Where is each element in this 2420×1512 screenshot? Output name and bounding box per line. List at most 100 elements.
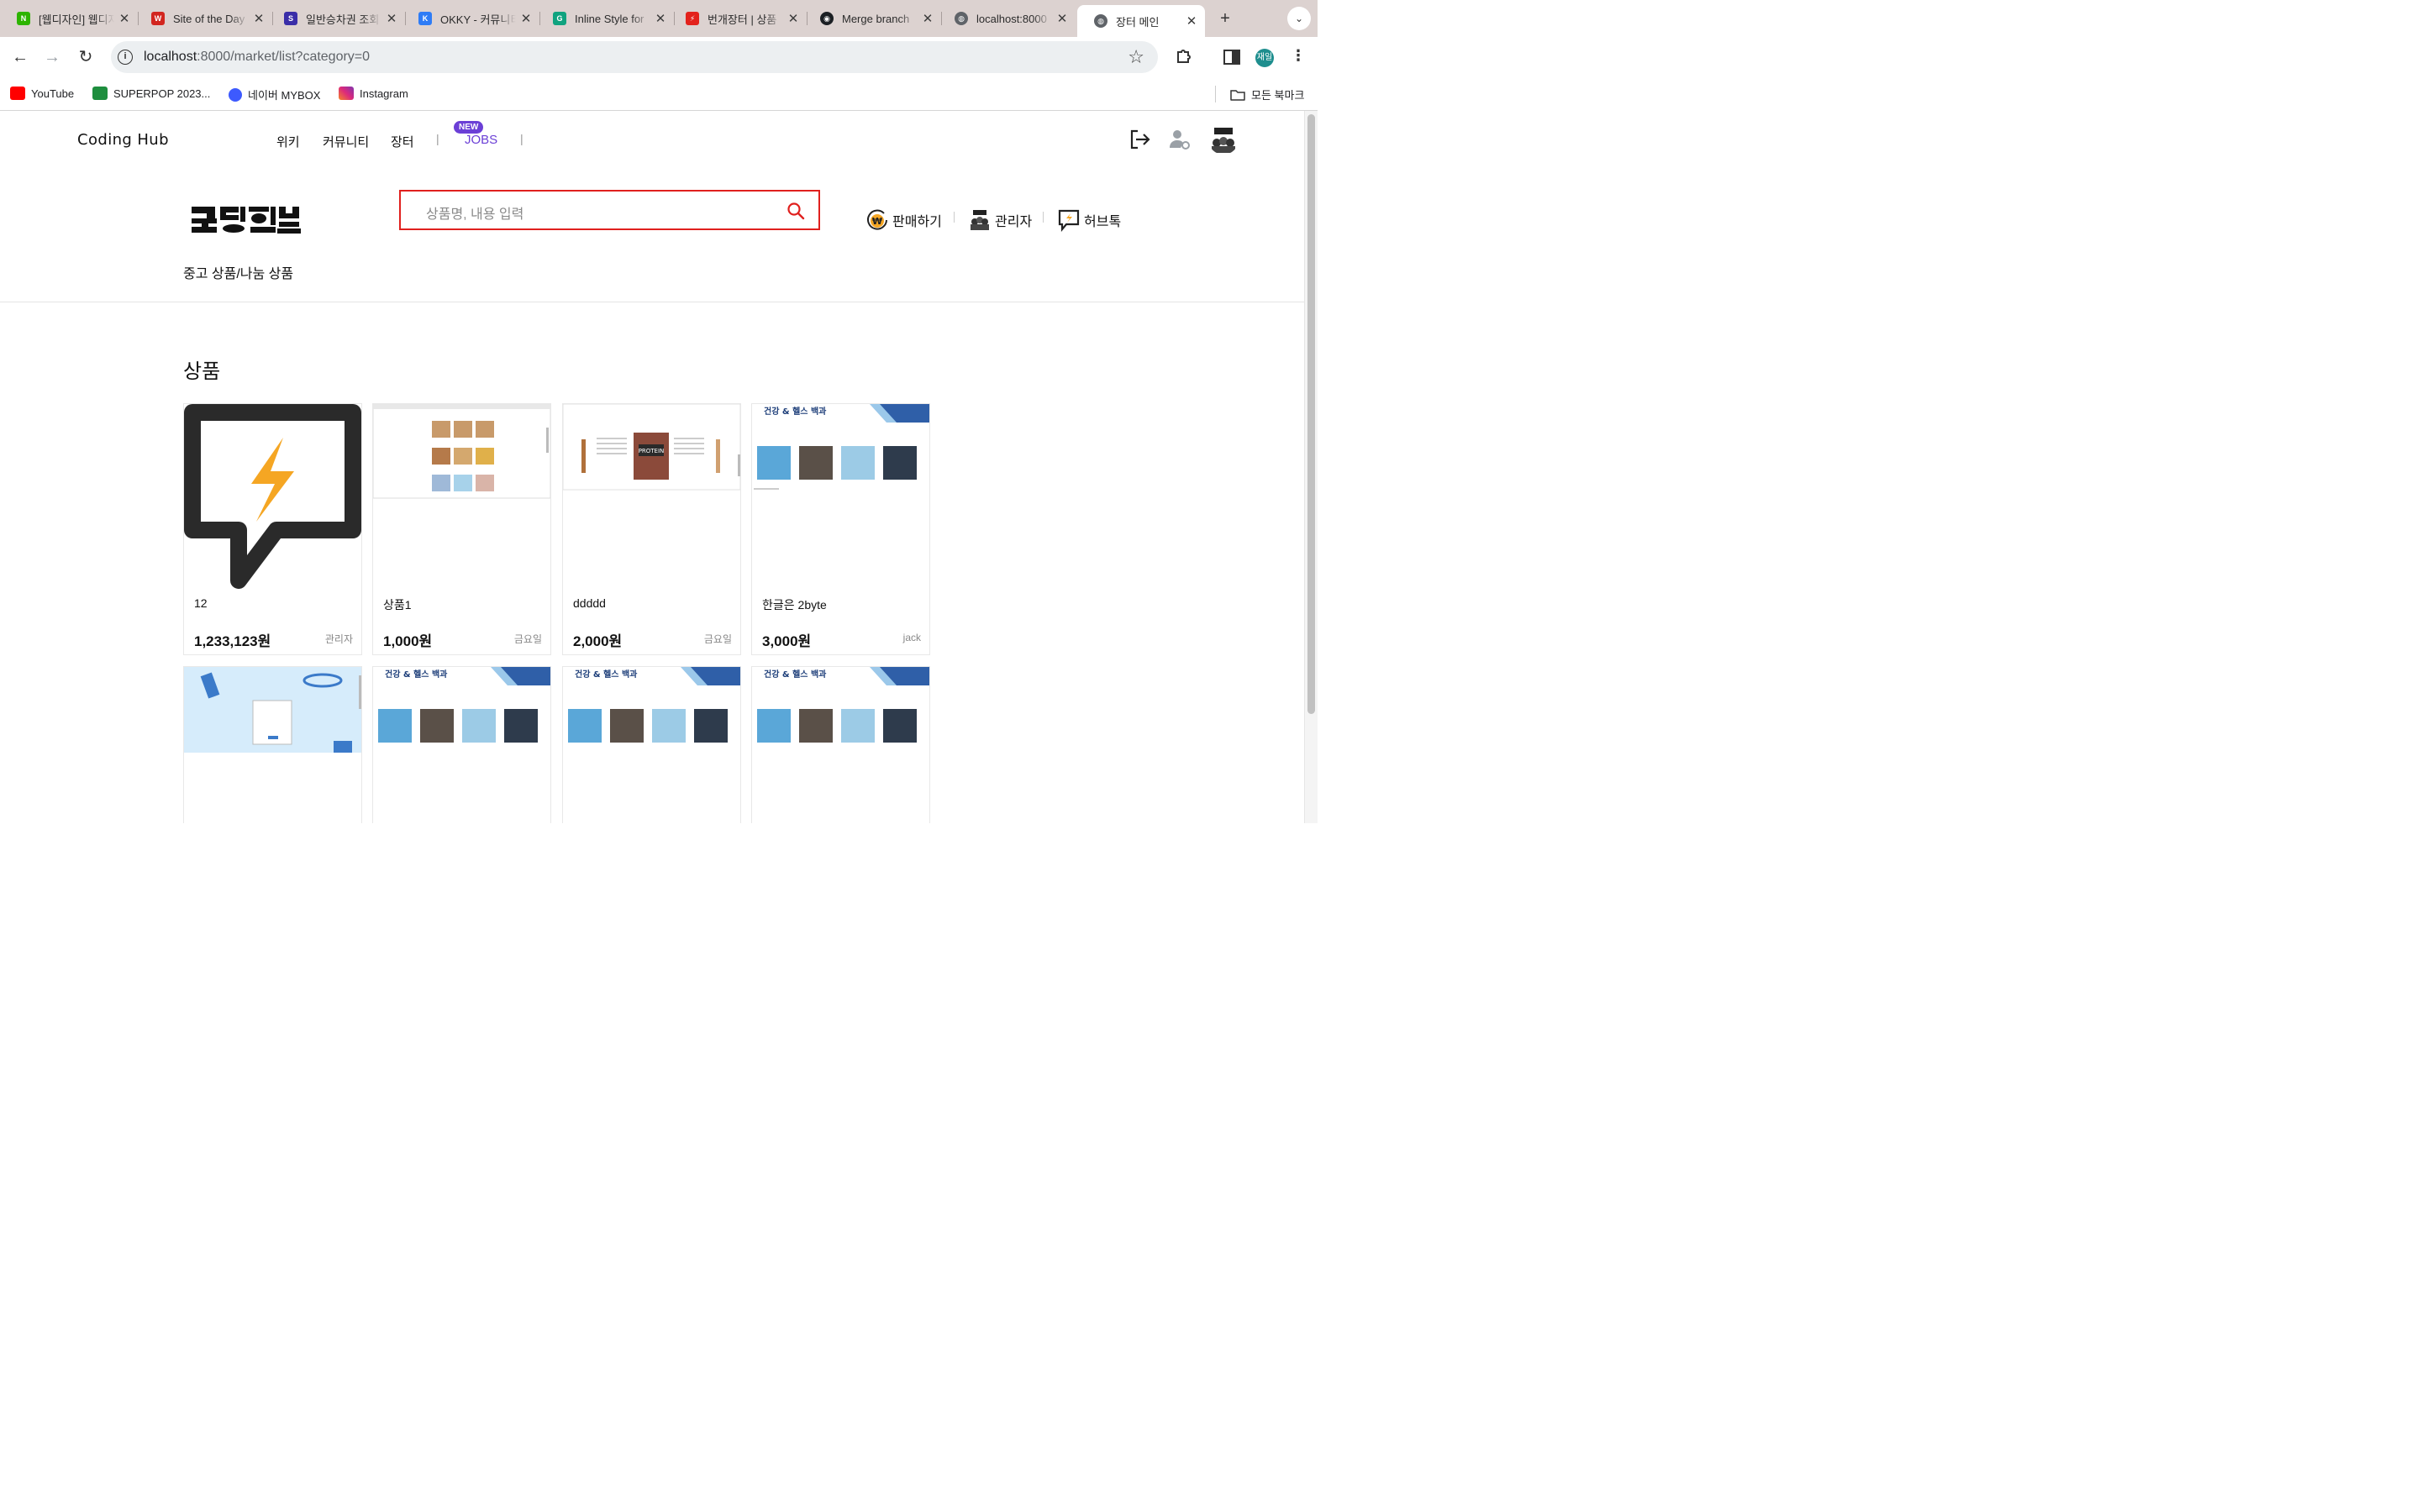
- tab-favicon-icon: ◍: [955, 12, 968, 25]
- side-panel-icon[interactable]: [1222, 47, 1242, 67]
- all-bookmarks-button[interactable]: 모든 북마크: [1230, 87, 1304, 102]
- health-title: 건강 & 헬스 백과: [764, 669, 827, 680]
- health-article-thumbnail-icon: 건강 & 헬스 백과: [757, 667, 929, 743]
- product-thumbnail: 건강 & 헬스 백과: [752, 667, 929, 823]
- page-scrollbar[interactable]: [1304, 111, 1318, 823]
- bookmark-superpop[interactable]: SUPERPOP 2023...: [92, 87, 210, 100]
- tab-close-icon[interactable]: ✕: [1055, 11, 1069, 26]
- site-info-icon[interactable]: i: [118, 50, 133, 65]
- bookmark-label: 네이버 MYBOX: [248, 89, 321, 102]
- tab-close-icon[interactable]: ✕: [519, 11, 533, 26]
- user-avatar[interactable]: [1208, 124, 1239, 155]
- nav-market[interactable]: 장터: [391, 133, 414, 150]
- hubtalk-link[interactable]: 허브톡: [1057, 208, 1121, 232]
- brand-logo[interactable]: [192, 205, 301, 234]
- sell-won-icon: ₩: [867, 209, 887, 230]
- browser-tab[interactable]: N [웹디자인] 웹디자인 ✕: [0, 5, 139, 32]
- mybox-icon: [229, 87, 242, 102]
- logout-icon[interactable]: [1128, 128, 1151, 151]
- product-card[interactable]: 건강 & 헬스 백과: [372, 666, 551, 823]
- bookmark-star-icon[interactable]: ☆: [1128, 46, 1144, 68]
- profile-avatar[interactable]: 재일: [1255, 49, 1274, 67]
- tab-title: Site of the Day: [173, 12, 245, 25]
- product-card[interactable]: 건강 & 헬스 백과: [562, 666, 741, 823]
- section-title: 상품: [183, 360, 221, 383]
- browser-tab[interactable]: ⚡ 번개장터 | 상품 ✕: [669, 5, 808, 32]
- tab-close-icon[interactable]: ✕: [654, 11, 667, 26]
- bookmark-label: Instagram: [360, 87, 408, 100]
- product-card[interactable]: 상품1 1,000원 금요일: [372, 403, 551, 655]
- tab-favicon-icon: ◉: [820, 12, 834, 25]
- bookmark-label: 모든 북마크: [1251, 89, 1305, 102]
- admin-link[interactable]: 관리자: [968, 208, 1032, 232]
- product-card[interactable]: PROTEIN ddddd 2,000원 금요일: [562, 403, 741, 655]
- tab-close-icon[interactable]: ✕: [385, 11, 398, 26]
- product-thumbnail: 건강 & 헬스 백과: [563, 667, 740, 823]
- tab-title: 장터 메인: [1116, 15, 1160, 29]
- tab-close-icon[interactable]: ✕: [118, 11, 131, 26]
- category-nav-used-free[interactable]: 중고 상품/나눔 상품: [183, 262, 293, 282]
- tab-close-icon[interactable]: ✕: [1185, 13, 1198, 29]
- product-seller: jack: [902, 632, 921, 643]
- browser-tab-active[interactable]: ◍ 장터 메인 ✕: [1077, 5, 1205, 37]
- bookmark-label: YouTube: [31, 87, 75, 100]
- avatar-image-icon: [1212, 128, 1235, 153]
- product-seller: 관리자: [324, 633, 353, 645]
- protein-label: PROTEIN: [639, 448, 665, 454]
- new-tab-button[interactable]: +: [1215, 8, 1235, 29]
- browser-tab[interactable]: W Site of the Day ✕: [134, 5, 273, 32]
- product-name: 12: [194, 596, 208, 610]
- extensions-puzzle-icon[interactable]: [1173, 47, 1193, 67]
- lightning-chat-icon: [184, 404, 361, 589]
- nav-community[interactable]: 커뮤니티: [323, 133, 369, 150]
- reload-icon[interactable]: ↻: [74, 45, 97, 69]
- address-bar-url[interactable]: localhost:8000/market/list?category=0: [144, 50, 370, 65]
- user-settings-icon[interactable]: [1168, 128, 1192, 151]
- address-bar[interactable]: i localhost:8000/market/list?category=0 …: [111, 41, 1158, 73]
- page-content: Coding Hub 위키 커뮤니티 장터 | NEW JOBS | 상품명, …: [0, 111, 1304, 823]
- back-arrow-icon[interactable]: ←: [8, 45, 32, 69]
- search-icon[interactable]: [786, 202, 805, 220]
- bookmarks-bar: YouTube SUPERPOP 2023... 네이버 MYBOX Insta…: [0, 77, 1318, 111]
- tab-title: OKKY - 커뮤니티: [440, 13, 516, 26]
- search-input[interactable]: 상품명, 내용 입력: [426, 202, 523, 223]
- bookmark-mybox[interactable]: 네이버 MYBOX: [229, 87, 320, 102]
- product-card[interactable]: 12 1,233,123원 관리자: [183, 403, 362, 655]
- tab-search-chevron-icon[interactable]: ⌄: [1287, 7, 1311, 30]
- google-sheets-icon: [92, 87, 108, 100]
- browser-menu-icon[interactable]: ⋮: [1291, 47, 1306, 65]
- quick-divider: [954, 212, 955, 223]
- tab-title: Inline Style for: [575, 12, 644, 25]
- bookmark-instagram[interactable]: Instagram: [339, 87, 408, 100]
- health-article-thumbnail-icon: 건강 & 헬스 백과: [378, 667, 550, 743]
- sell-link[interactable]: ₩ 판매하기: [865, 208, 942, 232]
- product-search-box[interactable]: 상품명, 내용 입력: [399, 190, 820, 230]
- tab-title: 번개장터 | 상품: [708, 13, 777, 26]
- product-name: ddddd: [573, 596, 606, 610]
- browser-tab[interactable]: S 일반승차권 조회 ✕: [267, 5, 406, 32]
- forward-arrow-icon[interactable]: →: [40, 45, 64, 69]
- tab-close-icon[interactable]: ✕: [921, 11, 934, 26]
- tab-close-icon[interactable]: ✕: [786, 11, 800, 26]
- tab-close-icon[interactable]: ✕: [252, 11, 266, 26]
- product-thumbnail: PROTEIN: [563, 404, 740, 589]
- browser-tab[interactable]: ◉ Merge branch ✕: [803, 5, 942, 32]
- browser-tab[interactable]: K OKKY - 커뮤니티 ✕: [402, 5, 540, 32]
- site-logo[interactable]: Coding Hub: [77, 131, 169, 149]
- chat-bubble-icon: [1058, 209, 1080, 232]
- health-title: 건강 & 헬스 백과: [764, 406, 827, 417]
- scrollbar-thumb[interactable]: [1307, 114, 1315, 714]
- new-badge: NEW: [454, 121, 484, 134]
- nav-jobs[interactable]: JOBS: [465, 133, 497, 147]
- browser-tab[interactable]: G Inline Style for ✕: [536, 5, 675, 32]
- bookmark-youtube[interactable]: YouTube: [10, 87, 74, 100]
- product-card[interactable]: 건강 & 헬스 백과 한글은 2byte 3,000원 jack: [751, 403, 930, 655]
- tab-favicon-icon: K: [418, 12, 432, 25]
- product-card[interactable]: [183, 666, 362, 823]
- product-card[interactable]: 건강 & 헬스 백과: [751, 666, 930, 823]
- nav-divider: |: [436, 132, 439, 145]
- sell-label: 판매하기: [892, 215, 942, 229]
- nav-wiki[interactable]: 위키: [276, 133, 300, 150]
- health-title: 건강 & 헬스 백과: [575, 669, 638, 680]
- browser-tab[interactable]: ◍ localhost:8000 ✕: [938, 5, 1076, 32]
